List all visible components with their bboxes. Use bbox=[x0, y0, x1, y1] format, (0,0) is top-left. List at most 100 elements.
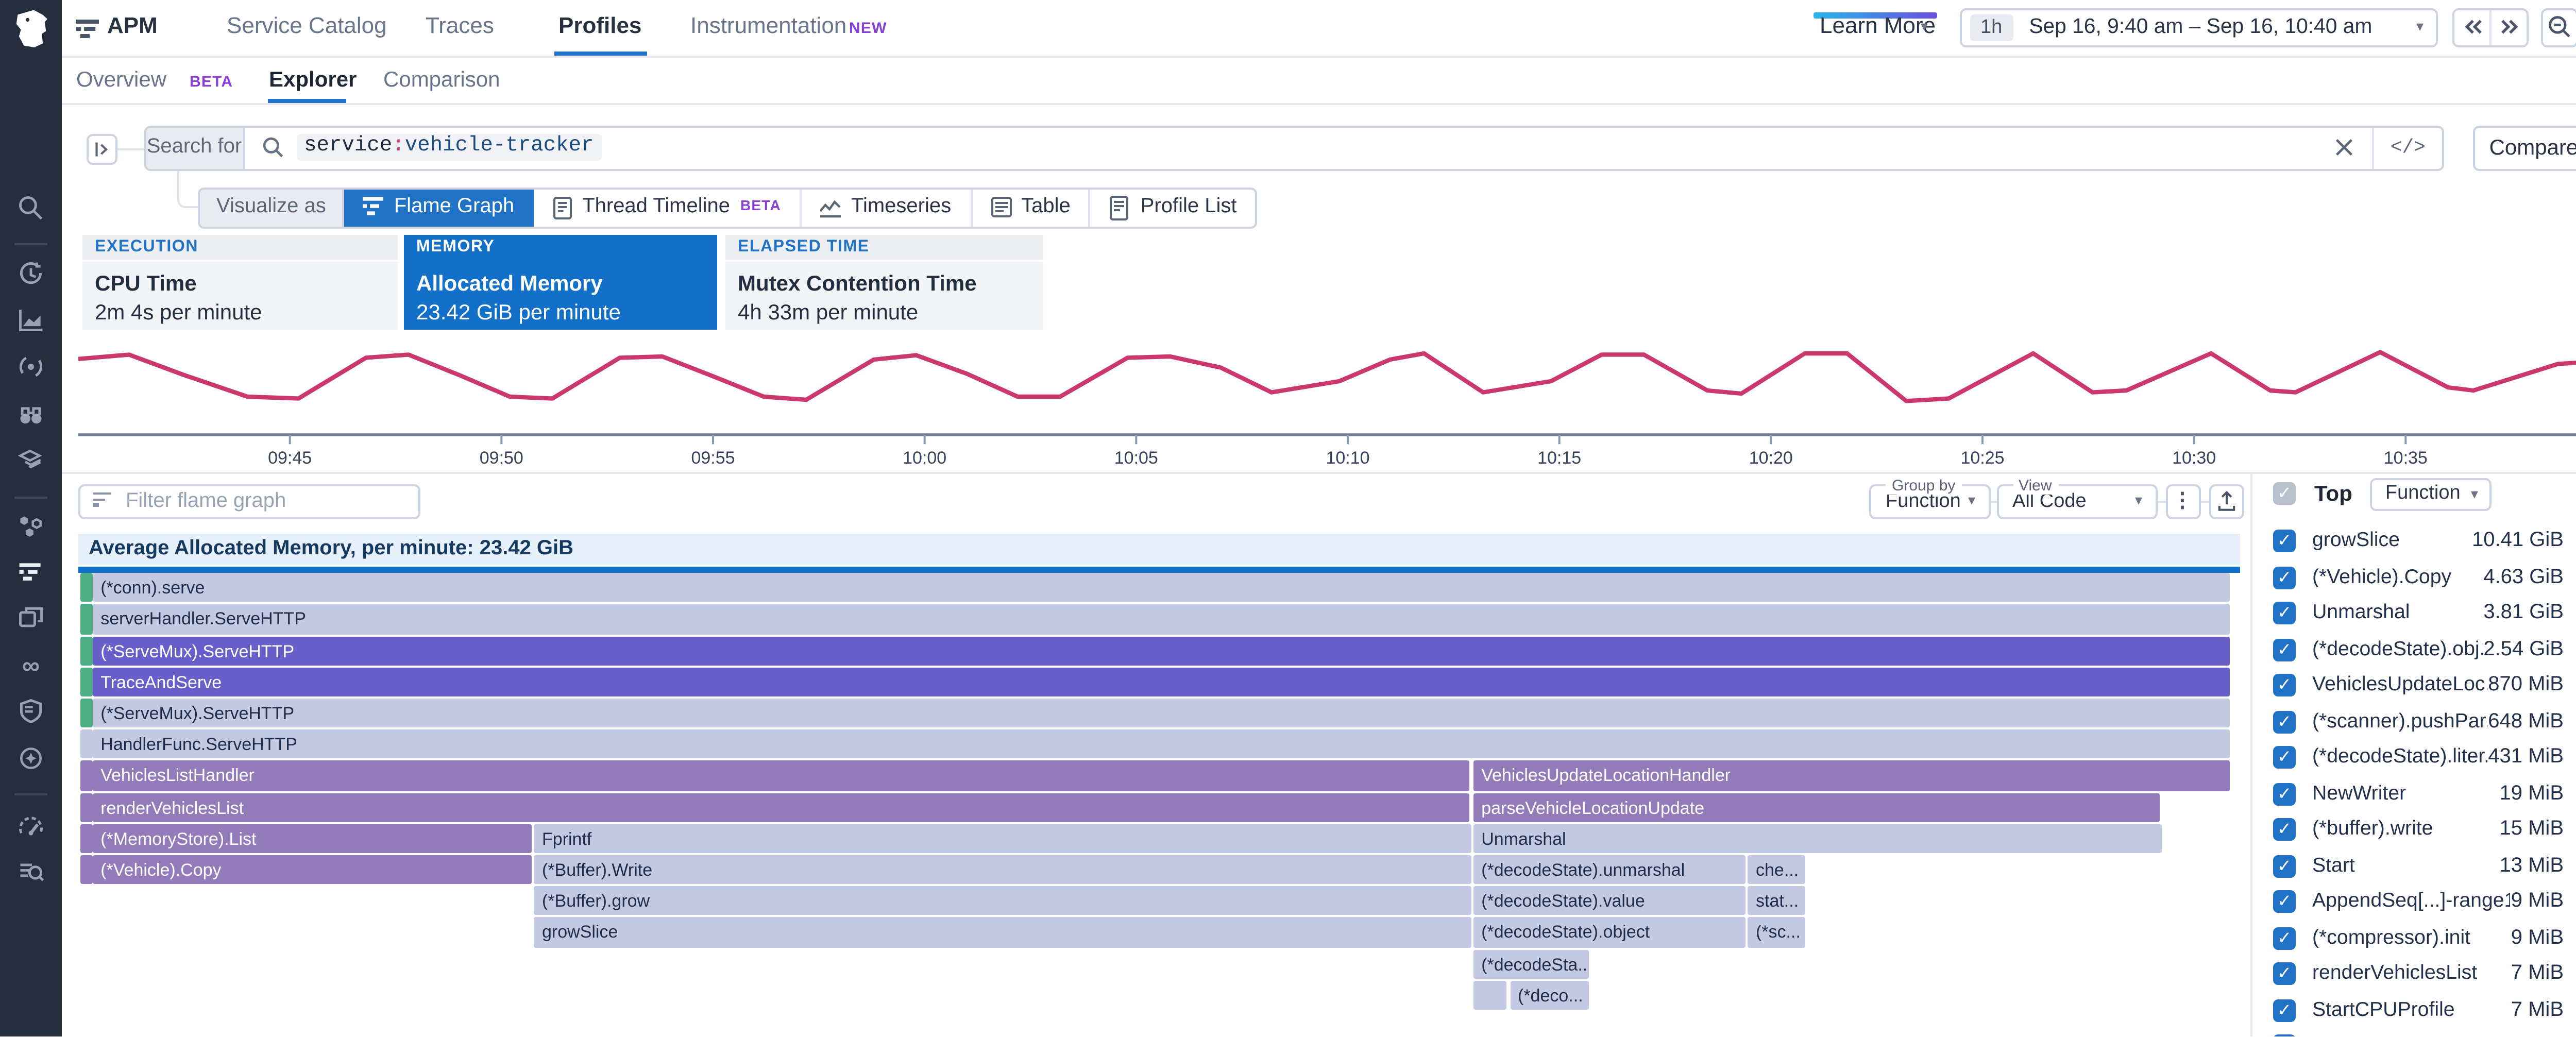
top-function-row[interactable]: ✓VehiclesUpdateLoc...870 MiB bbox=[2273, 668, 2576, 704]
flame-frame[interactable]: (*ServeMux).ServeHTTP bbox=[92, 699, 2229, 728]
flame-frame[interactable] bbox=[84, 699, 93, 728]
top-function-row[interactable]: ✓(*compressor).init9 MiB bbox=[2273, 921, 2576, 957]
flame-frame[interactable]: (*deco... bbox=[1510, 980, 1589, 1010]
flame-frame[interactable]: VehiclesListHandler bbox=[92, 761, 1470, 791]
datadog-logo-icon[interactable] bbox=[8, 6, 54, 52]
top-function-row[interactable]: ✓Start13 MiB bbox=[2273, 848, 2576, 885]
function-checkbox[interactable]: ✓ bbox=[2273, 603, 2296, 625]
flame-frame[interactable]: (*Buffer).grow bbox=[534, 887, 1470, 916]
export-button[interactable] bbox=[2208, 484, 2243, 518]
nav-item-service-catalog[interactable]: Service Catalog bbox=[227, 0, 387, 57]
metric-card-cpu-time[interactable]: EXECUTION CPU Time 2m 4s per minute bbox=[82, 235, 398, 330]
flame-frame[interactable]: (*conn).serve bbox=[92, 573, 2229, 603]
metric-card-mutex-contention[interactable]: ELAPSED TIME Mutex Contention Time 4h 33… bbox=[725, 235, 1043, 330]
shift-back-button[interactable] bbox=[2454, 9, 2492, 45]
flame-frame[interactable]: (*MemoryStore).List bbox=[92, 824, 531, 853]
flame-frame[interactable] bbox=[84, 730, 93, 759]
function-checkbox[interactable]: ✓ bbox=[2273, 999, 2296, 1022]
flame-frame[interactable]: parseVehicleLocationUpdate bbox=[1473, 792, 2159, 822]
metric-card-allocated-memory[interactable]: MEMORY Allocated Memory 23.42 GiB per mi… bbox=[404, 235, 717, 330]
flame-root-frame[interactable] bbox=[78, 566, 2240, 572]
flame-frame[interactable] bbox=[84, 855, 93, 885]
zoom-out-button[interactable] bbox=[2540, 7, 2576, 47]
flame-frame[interactable] bbox=[84, 761, 93, 791]
metrics-icon[interactable] bbox=[16, 305, 45, 334]
function-checkbox[interactable]: ✓ bbox=[2273, 891, 2296, 914]
function-checkbox[interactable]: ✓ bbox=[2273, 783, 2296, 806]
flame-frame[interactable]: Fprintf bbox=[534, 824, 1470, 853]
clear-search-icon[interactable] bbox=[2335, 139, 2353, 157]
function-checkbox[interactable]: ✓ bbox=[2273, 855, 2296, 878]
flame-frame[interactable]: VehiclesUpdateLocationHandler bbox=[1473, 761, 2229, 791]
flame-filter-field[interactable] bbox=[78, 483, 420, 518]
compare-button[interactable]: Compare ▾ bbox=[2473, 126, 2576, 170]
nav-item-apm[interactable]: APM bbox=[107, 0, 158, 57]
flame-frame[interactable]: renderVehiclesList bbox=[92, 792, 1470, 822]
function-checkbox[interactable]: ✓ bbox=[2273, 963, 2296, 986]
function-checkbox[interactable]: ✓ bbox=[2273, 711, 2296, 734]
security-shield-icon[interactable] bbox=[16, 696, 45, 725]
flame-frame[interactable]: TraceAndServe bbox=[92, 667, 2229, 696]
flame-frame[interactable]: stat... bbox=[1748, 887, 1804, 916]
function-checkbox[interactable]: ✓ bbox=[2273, 747, 2296, 770]
processes-icon[interactable] bbox=[16, 511, 45, 540]
search-icon[interactable] bbox=[16, 194, 45, 223]
log-search-icon[interactable] bbox=[16, 857, 45, 886]
flame-frame[interactable] bbox=[84, 792, 93, 822]
top-function-row[interactable]: ✓renderVehiclesList7 MiB bbox=[2273, 957, 2576, 993]
top-function-row[interactable]: ✓Unmarshal3.81 GiB bbox=[2273, 596, 2576, 632]
tab-overview[interactable]: Overview bbox=[76, 57, 166, 104]
flame-frame[interactable]: che... bbox=[1748, 855, 1804, 885]
function-checkbox[interactable]: ✓ bbox=[2273, 639, 2296, 661]
flame-frame[interactable]: growSlice bbox=[534, 918, 1470, 947]
flame-frame[interactable]: Unmarshal bbox=[1473, 824, 2161, 853]
top-function-row[interactable]: ✓(*Vehicle).Copy4.63 GiB bbox=[2273, 560, 2576, 596]
flame-frame[interactable]: HandlerFunc.ServeHTTP bbox=[92, 730, 2229, 759]
flame-filter-input[interactable] bbox=[122, 487, 418, 514]
viz-option-timeseries[interactable]: Timeseries bbox=[802, 190, 972, 226]
nav-item-instrumentation[interactable]: Instrumentation bbox=[690, 0, 846, 57]
top-function-row[interactable]: ✓StartCPUProfile7 MiB bbox=[2273, 993, 2576, 1029]
top-function-row[interactable]: ✓(*decodeState).obj...2.54 GiB bbox=[2273, 632, 2576, 668]
search-bar[interactable]: Search for service:vehicle-tracker </> bbox=[144, 126, 2444, 170]
flame-frame[interactable] bbox=[84, 636, 93, 665]
rum-icon[interactable] bbox=[16, 604, 45, 633]
query-token[interactable]: service:vehicle-tracker bbox=[296, 134, 602, 161]
top-grouping-select[interactable]: Function ▾ bbox=[2371, 477, 2493, 511]
memory-timeseries-chart[interactable]: 09:4509:5009:5510:0010:0510:1010:1510:20… bbox=[78, 336, 2576, 464]
history-icon[interactable] bbox=[16, 260, 45, 288]
tab-comparison[interactable]: Comparison bbox=[383, 57, 500, 104]
tab-explorer[interactable]: Explorer bbox=[269, 57, 357, 104]
top-function-row[interactable]: ✓NewWriter19 MiB bbox=[2273, 776, 2576, 812]
viz-option-flame-graph[interactable]: Flame Graph bbox=[345, 190, 533, 226]
flame-frame[interactable]: (*Vehicle).Copy bbox=[92, 855, 531, 885]
group-by-select[interactable]: Group by Function▾ bbox=[1869, 484, 1990, 518]
flame-frame[interactable]: (*sc... bbox=[1748, 918, 1804, 947]
watchdog-icon[interactable] bbox=[16, 400, 45, 429]
flame-graph-header[interactable]: Average Allocated Memory, per minute: 23… bbox=[78, 535, 2240, 566]
flame-frame[interactable]: (*Buffer).Write bbox=[534, 855, 1470, 885]
code-view-icon[interactable]: </> bbox=[2374, 137, 2442, 159]
service-catalog-icon[interactable] bbox=[16, 445, 45, 474]
top-function-row[interactable]: ✓(*decodeState).liter...431 MiB bbox=[2273, 740, 2576, 776]
function-checkbox[interactable]: ✓ bbox=[2273, 927, 2296, 950]
flame-frame[interactable] bbox=[84, 824, 93, 853]
flame-frame[interactable] bbox=[84, 573, 93, 603]
flame-frame[interactable]: (*decodeSta... bbox=[1473, 949, 1588, 978]
viz-option-thread-timeline[interactable]: Thread Timeline BETA bbox=[533, 190, 802, 226]
function-checkbox[interactable]: ✓ bbox=[2273, 819, 2296, 842]
learn-more-button[interactable]: Learn More bbox=[1820, 0, 1936, 57]
top-function-row[interactable]: ✓(*buffer).write15 MiB bbox=[2273, 812, 2576, 848]
time-range-picker[interactable]: 1h Sep 16, 9:40 am – Sep 16, 10:40 am ▾ bbox=[1960, 7, 2438, 47]
flame-frame[interactable]: serverHandler.ServeHTTP bbox=[92, 605, 2229, 634]
nav-item-profiles[interactable]: Profiles bbox=[558, 0, 641, 57]
flame-frame[interactable]: (*decodeState).unmarshal bbox=[1473, 855, 1745, 885]
viz-option-profile-list[interactable]: Profile List bbox=[1091, 190, 1256, 226]
nav-item-traces[interactable]: Traces bbox=[426, 0, 494, 57]
top-function-row[interactable]: ✓growSlice10.41 GiB bbox=[2273, 524, 2576, 560]
apm-icon[interactable] bbox=[16, 352, 45, 381]
function-checkbox[interactable]: ✓ bbox=[2273, 531, 2296, 553]
flame-frame[interactable] bbox=[84, 605, 93, 634]
shift-forward-button[interactable] bbox=[2492, 9, 2527, 45]
more-options-button[interactable]: ⋮ bbox=[2165, 484, 2200, 518]
